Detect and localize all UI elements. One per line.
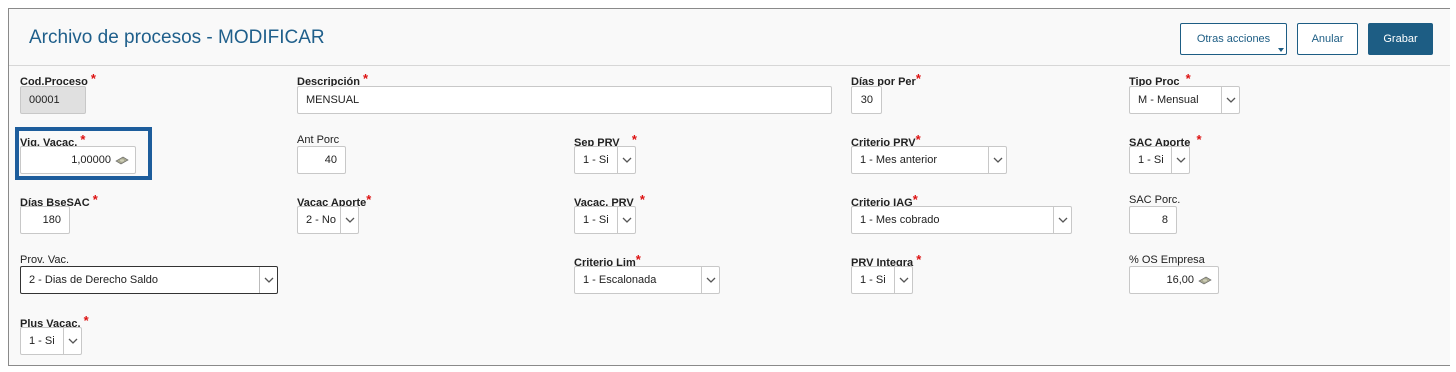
chevron-down-icon: [259, 267, 277, 293]
other-actions-label: Otras acciones: [1196, 33, 1271, 45]
sac-porc-input[interactable]: 8: [1129, 206, 1177, 234]
other-actions-button[interactable]: Otras acciones: [1180, 23, 1287, 55]
chevron-down-icon: [617, 207, 635, 233]
criterio-prv-select[interactable]: 1 - Mes anterior: [851, 146, 1007, 174]
prov-vac-label: Prov. Vac.: [20, 254, 70, 266]
os-empresa-label: % OS Empresa: [1129, 254, 1205, 266]
sep-prv-select[interactable]: 1 - Si: [574, 146, 636, 174]
criterio-iag-select[interactable]: 1 - Mes cobrado: [851, 206, 1072, 234]
money-icon: [1198, 276, 1212, 285]
money-icon: [115, 156, 129, 165]
sac-porc-label: SAC Porc.: [1129, 194, 1181, 206]
os-empresa-input[interactable]: 16,00: [1129, 266, 1219, 294]
chevron-down-icon: [1053, 207, 1071, 233]
prv-integra-select[interactable]: 1 - Si: [851, 266, 913, 294]
chevron-down-icon: [340, 207, 358, 233]
save-label: Grabar: [1383, 33, 1418, 45]
plus-vacac-select[interactable]: 1 - Si: [20, 327, 82, 355]
chevron-down-icon: [617, 147, 635, 173]
save-button[interactable]: Grabar: [1368, 23, 1433, 55]
chevron-down-icon: [1171, 147, 1189, 173]
sac-aporte-select[interactable]: 1 - Si: [1129, 146, 1190, 174]
dias-por-per-input[interactable]: 30: [851, 86, 882, 114]
chevron-down-icon: [63, 328, 81, 354]
descripcion-input[interactable]: MENSUAL: [297, 86, 832, 114]
chevron-down-icon: [988, 147, 1006, 173]
chevron-down-icon: [894, 267, 912, 293]
prov-vac-select[interactable]: 2 - Dias de Derecho Saldo: [20, 266, 278, 294]
form-header: Archivo de procesos - MODIFICAR Otras ac…: [9, 9, 1450, 66]
vacac-aporte-select[interactable]: 2 - No: [297, 206, 359, 234]
cancel-label: Anular: [1311, 33, 1344, 45]
page-title: Archivo de procesos - MODIFICAR: [29, 27, 325, 48]
vig-vacac-input[interactable]: 1,00000: [20, 146, 136, 174]
chevron-down-icon: [701, 267, 719, 293]
cancel-button[interactable]: Anular: [1297, 23, 1358, 55]
dias-bsesac-input[interactable]: 180: [20, 206, 70, 234]
form-panel: Archivo de procesos - MODIFICAR Otras ac…: [8, 8, 1450, 366]
ant-porc-label: Ant Porc: [297, 134, 340, 146]
tipo-proc-select[interactable]: M - Mensual: [1129, 86, 1240, 114]
criterio-lim-select[interactable]: 1 - Escalonada: [574, 266, 720, 294]
chevron-down-icon: [1221, 87, 1239, 113]
ant-porc-input[interactable]: 40: [297, 146, 346, 174]
vacac-prv-select[interactable]: 1 - Si: [574, 206, 636, 234]
cod-proceso-input[interactable]: 00001: [20, 86, 86, 114]
caret-down-icon: [1278, 48, 1284, 52]
